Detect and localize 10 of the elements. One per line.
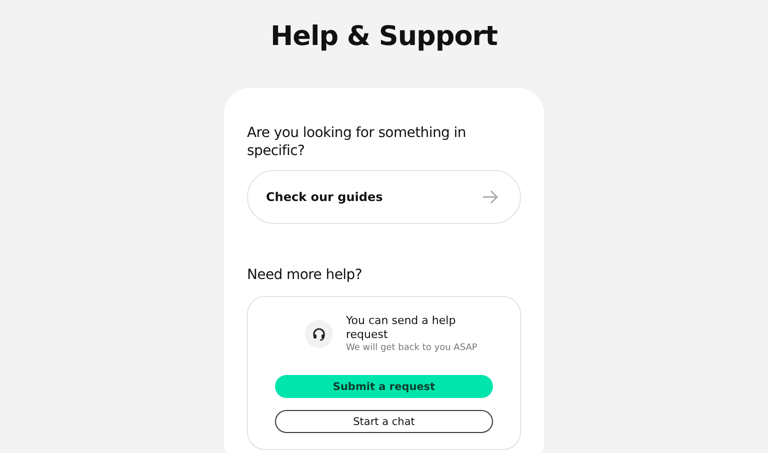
request-title: You can send a help request <box>346 314 457 342</box>
headset-icon <box>305 320 333 348</box>
submit-button[interactable]: Submit a request <box>275 375 493 398</box>
section-heading: Need more help? <box>247 266 363 284</box>
arrow-icon <box>482 190 498 204</box>
page-title: Help & Support <box>270 20 498 54</box>
chat-button[interactable]: Start a chat <box>275 410 493 433</box>
guides-link[interactable]: Check our guides <box>247 170 521 224</box>
request-subtitle: We will get back to you ASAP <box>346 342 478 354</box>
question-text: Are you looking for something in specific? <box>247 124 467 160</box>
